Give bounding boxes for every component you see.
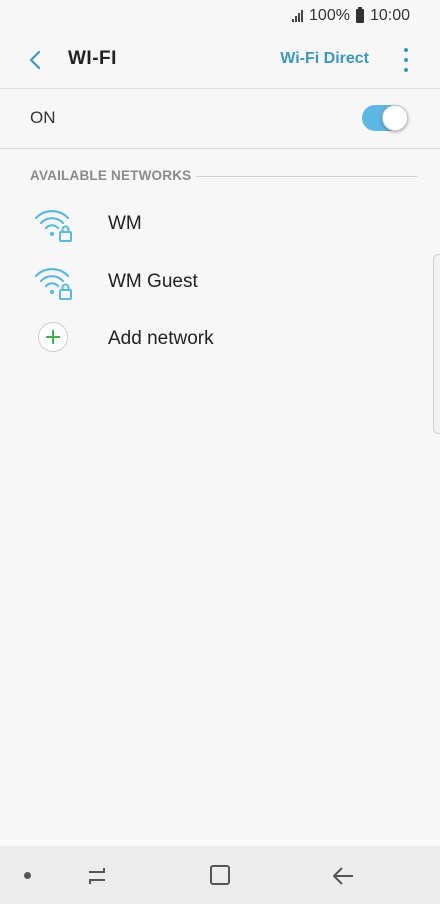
wifi-master-switch-row[interactable]: ON [0, 89, 440, 147]
network-item[interactable]: WM [0, 196, 430, 252]
add-network-button[interactable]: Add network [0, 311, 430, 367]
toggle-knob [382, 105, 408, 131]
divider [0, 148, 440, 149]
add-network-label: Add network [108, 328, 214, 349]
home-icon[interactable] [205, 862, 235, 890]
edge-panel-handle[interactable] [433, 254, 440, 434]
battery-icon [355, 7, 364, 23]
battery-percent: 100% [309, 7, 350, 24]
status-bar: 100% 10:00 [0, 0, 440, 32]
network-item[interactable]: WM Guest [0, 254, 430, 310]
recent-apps-icon[interactable] [82, 862, 112, 890]
page-title: WI-FI [68, 48, 117, 69]
wifi-locked-icon [34, 210, 72, 242]
network-name: WM [108, 213, 142, 234]
wifi-direct-button[interactable]: Wi-Fi Direct [280, 50, 369, 68]
plus-icon [38, 322, 68, 352]
clock: 10:00 [369, 7, 410, 24]
nav-dot-icon[interactable] [24, 872, 31, 879]
section-header: AVAILABLE NETWORKS [30, 168, 192, 183]
section-divider [196, 176, 417, 177]
more-options-icon[interactable] [402, 48, 410, 72]
wifi-toggle[interactable] [362, 105, 408, 131]
network-name: WM Guest [108, 271, 198, 292]
signal-icon [292, 10, 304, 22]
wifi-locked-icon [34, 268, 72, 300]
navigation-bar [0, 846, 440, 904]
app-bar: WI-FI Wi-Fi Direct [0, 34, 440, 86]
back-arrow-icon[interactable] [26, 50, 46, 70]
back-icon[interactable] [328, 862, 358, 890]
switch-label: ON [30, 108, 56, 127]
